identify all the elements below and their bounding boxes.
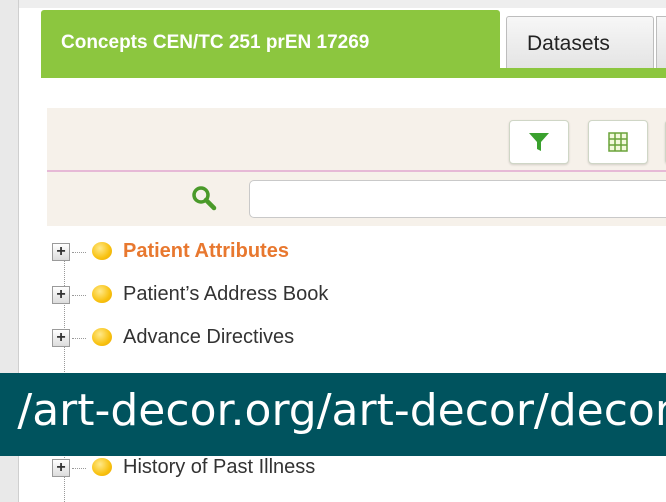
tab-concepts-label: Concepts CEN/TC 251 prEN 17269 [61,32,370,53]
url-banner: /art-decor.org/art-decor/decor- [0,373,666,456]
expand-icon[interactable]: + [52,329,70,347]
filter-icon [529,133,549,151]
search-row [47,172,666,226]
tree-branch-line [72,468,86,469]
toolbar [47,108,666,172]
concept-bulb-icon [92,285,112,303]
url-banner-text: /art-decor.org/art-decor/decor- [17,385,666,436]
filter-button[interactable] [509,120,569,164]
tree-item-label[interactable]: History of Past Illness [123,456,315,479]
search-input[interactable] [249,180,666,218]
grid-icon [608,132,628,152]
tab-datasets[interactable]: Datasets [506,16,654,71]
tree-item-label[interactable]: Patient Attributes [123,240,289,263]
tree-item-label[interactable]: Patient’s Address Book [123,283,328,306]
concept-bulb-icon [92,242,112,260]
expand-icon[interactable]: + [52,286,70,304]
tab-underline-bar [41,68,666,78]
expand-icon[interactable]: + [52,243,70,261]
concept-bulb-icon [92,458,112,476]
tree-branch-line [72,338,86,339]
tab-next-partial[interactable] [656,16,666,71]
expand-icon[interactable]: + [52,459,70,477]
tree-branch-line [72,295,86,296]
grid-view-button[interactable] [588,120,648,164]
window-frame-top [0,0,666,8]
tab-datasets-label: Datasets [527,32,610,55]
concept-bulb-icon [92,328,112,346]
tree-item-label[interactable]: Advance Directives [123,326,294,349]
tab-concepts[interactable]: Concepts CEN/TC 251 prEN 17269 [41,10,500,70]
tree-branch-line [72,252,86,253]
search-icon[interactable] [190,184,218,212]
